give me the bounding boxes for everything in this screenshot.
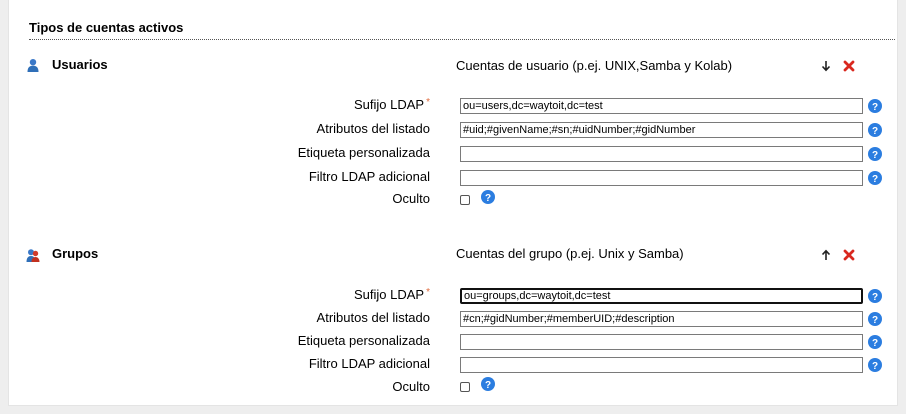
hidden-checkbox[interactable] [460, 382, 470, 392]
hidden-checkbox[interactable] [460, 195, 470, 205]
arrow-up-icon[interactable] [820, 249, 832, 261]
svg-text:?: ? [485, 380, 491, 391]
help-icon[interactable]: ? [868, 99, 882, 113]
svg-text:?: ? [872, 361, 878, 372]
svg-text:?: ? [872, 126, 878, 137]
account-type-description: Cuentas de usuario (p.ej. UNIX,Samba y K… [456, 58, 733, 73]
additional-ldap-filter-input[interactable] [460, 357, 863, 373]
help-icon[interactable]: ? [868, 123, 882, 137]
field-label: Etiqueta personalizada [297, 333, 430, 348]
help-icon[interactable]: ? [868, 147, 882, 161]
field-row-ldap-suffix: Sufijo LDAP* ? [0, 286, 906, 306]
custom-label-input[interactable] [460, 334, 863, 350]
ldap-suffix-input[interactable] [460, 288, 863, 304]
help-icon[interactable]: ? [868, 335, 882, 349]
help-icon[interactable]: ? [868, 358, 882, 372]
required-marker: * [426, 97, 430, 108]
ldap-suffix-input[interactable] [460, 98, 863, 114]
field-row-ldap-suffix: Sufijo LDAP* ? [0, 96, 906, 116]
delete-icon[interactable] [843, 249, 855, 261]
svg-text:?: ? [872, 315, 878, 326]
user-icon [27, 59, 39, 72]
help-icon[interactable]: ? [868, 289, 882, 303]
field-label: Sufijo LDAP * [354, 97, 430, 112]
svg-text:?: ? [872, 102, 878, 113]
svg-text:?: ? [872, 174, 878, 185]
field-label: Sufijo LDAP * [354, 287, 430, 302]
account-type-name: Usuarios [52, 57, 108, 72]
account-type-description: Cuentas del grupo (p.ej. Unix y Samba) [456, 246, 684, 261]
field-label: Atributos del listado [316, 121, 430, 136]
svg-text:?: ? [872, 338, 878, 349]
help-icon[interactable]: ? [481, 377, 495, 391]
account-type-users: Usuarios Cuentas de usuario (p.ej. UNIX,… [0, 56, 906, 216]
field-label: Oculto [392, 379, 430, 394]
field-row-additional-filter: Filtro LDAP adicional ? [0, 168, 906, 188]
delete-icon[interactable] [843, 60, 855, 72]
field-row-hidden: Oculto ? [0, 376, 906, 396]
field-label: Atributos del listado [316, 310, 430, 325]
field-row-custom-label: Etiqueta personalizada ? [0, 144, 906, 164]
custom-label-input[interactable] [460, 146, 863, 162]
section-title: Tipos de cuentas activos [29, 20, 895, 40]
list-attributes-input[interactable] [460, 311, 863, 327]
svg-text:?: ? [872, 292, 878, 303]
arrow-down-icon[interactable] [820, 60, 832, 72]
list-attributes-input[interactable] [460, 122, 863, 138]
field-row-hidden: Oculto ? [0, 190, 906, 210]
account-type-groups: Grupos Cuentas del grupo (p.ej. Unix y S… [0, 244, 906, 404]
field-row-list-attributes: Atributos del listado ? [0, 309, 906, 329]
required-marker: * [426, 287, 430, 298]
help-icon[interactable]: ? [868, 312, 882, 326]
field-label: Filtro LDAP adicional [308, 169, 430, 184]
additional-ldap-filter-input[interactable] [460, 170, 863, 186]
help-icon[interactable]: ? [868, 171, 882, 185]
field-row-list-attributes: Atributos del listado ? [0, 120, 906, 140]
svg-text:?: ? [872, 150, 878, 161]
field-row-custom-label: Etiqueta personalizada ? [0, 332, 906, 352]
field-label: Oculto [392, 191, 430, 206]
account-type-name: Grupos [52, 246, 99, 261]
field-label: Etiqueta personalizada [297, 145, 430, 160]
svg-text:?: ? [485, 193, 491, 204]
group-icon [26, 249, 40, 262]
field-label: Filtro LDAP adicional [308, 356, 430, 371]
field-row-additional-filter: Filtro LDAP adicional ? [0, 355, 906, 375]
help-icon[interactable]: ? [481, 190, 495, 204]
